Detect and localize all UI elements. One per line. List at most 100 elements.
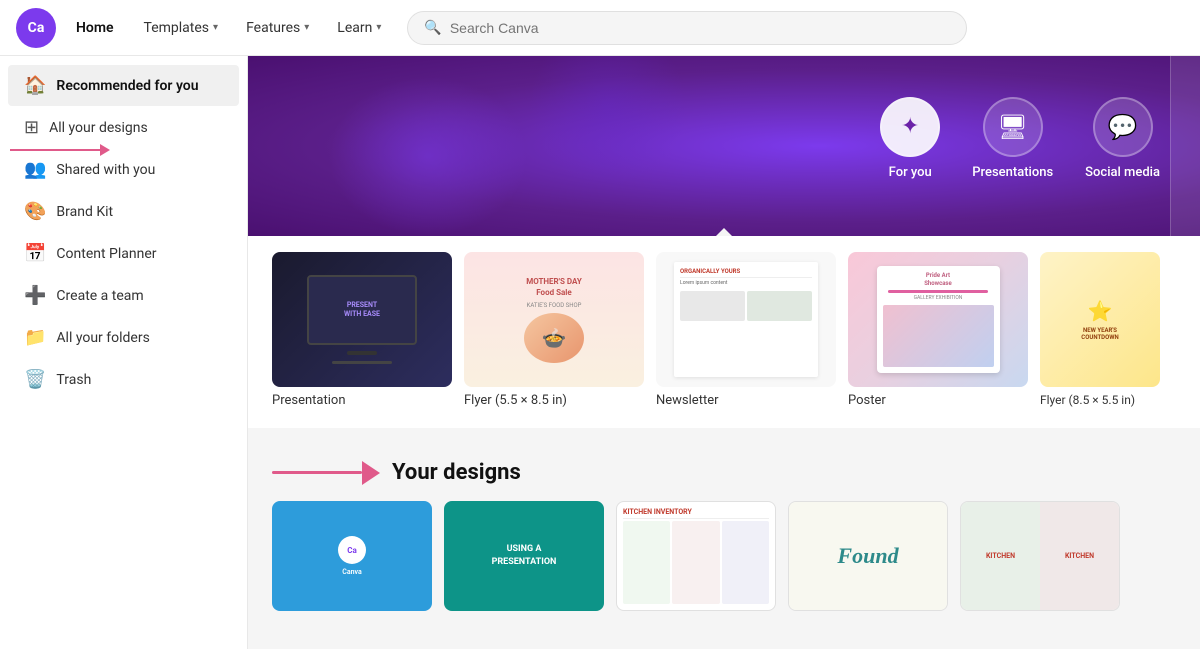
- design-text-2: USING APRESENTATION: [492, 543, 557, 568]
- nav-features[interactable]: Features ▾: [236, 14, 319, 42]
- banner-icon-for-you[interactable]: ✦ For you: [880, 97, 940, 180]
- banner-icon-presentations[interactable]: 🖥 Presentations: [972, 97, 1053, 180]
- presentations-label: Presentations: [972, 165, 1053, 180]
- trash-icon: 🗑️: [24, 369, 46, 390]
- newsletter-col: [680, 291, 745, 321]
- design-card[interactable]: USING APRESENTATION: [444, 501, 604, 611]
- canva-logo[interactable]: Ca: [16, 8, 56, 48]
- template-card-presentation[interactable]: PRESENTWITH EASE Presentation: [272, 252, 452, 408]
- nav-home[interactable]: Home: [64, 14, 126, 42]
- chevron-down-icon: ▾: [213, 22, 218, 33]
- poster-thumb-content: Pride ArtShowcase GALLERY EXHIBITION: [848, 252, 1028, 387]
- sidebar-item-label: Create a team: [56, 288, 143, 304]
- designs-section: Your designs Ca Canva USING APRESENTATI: [248, 444, 1200, 627]
- banner-edge-card: [1170, 56, 1200, 236]
- sidebar-item-label: All your designs: [49, 120, 148, 136]
- designs-grid: Ca Canva USING APRESENTATION KITCHEN INV…: [272, 501, 1176, 611]
- search-input[interactable]: [450, 20, 951, 36]
- arrow-head-icon: [362, 461, 380, 485]
- template-grid: PRESENTWITH EASE Presentation MOTH: [272, 252, 1176, 408]
- for-you-label: For you: [889, 165, 932, 180]
- template-label: Poster: [848, 393, 1028, 408]
- search-icon: 🔍: [424, 20, 441, 36]
- flyer2-thumb-content: ⭐ NEW YEAR'SCOUNTDOWN: [1040, 252, 1160, 387]
- design-card[interactable]: Ca Canva: [272, 501, 432, 611]
- presentations-icon-circle: 🖥: [983, 97, 1043, 157]
- nav-features-label: Features: [246, 20, 300, 36]
- template-thumb: PRESENTWITH EASE: [272, 252, 452, 387]
- inv-col: [623, 521, 670, 604]
- inv-col-3: [722, 521, 769, 604]
- food-icon: 🍲: [542, 326, 567, 350]
- sidebar-item-brand-kit[interactable]: 🎨 Brand Kit: [8, 191, 239, 232]
- calendar-icon: 📅: [24, 243, 46, 264]
- newsletter-col-2: [747, 291, 812, 321]
- app-header: Ca Home Templates ▾ Features ▾ Learn ▾ 🔍: [0, 0, 1200, 56]
- design-thumb-3: KITCHEN INVENTORY: [617, 502, 775, 610]
- design-card[interactable]: KITCHEN KITCHEN: [960, 501, 1120, 611]
- design-thumb-5: KITCHEN KITCHEN: [961, 502, 1119, 610]
- template-thumb: ORGANICALLY YOURS Lorem ipsum content: [656, 252, 836, 387]
- laptop-screen: PRESENTWITH EASE: [307, 275, 417, 345]
- nav-learn[interactable]: Learn ▾: [327, 14, 391, 42]
- template-label: Presentation: [272, 393, 452, 408]
- template-thumb: ⭐ NEW YEAR'SCOUNTDOWN: [1040, 252, 1160, 387]
- banner: ✦ For you 🖥 Presentations 💬 Social media: [248, 56, 1200, 236]
- newsletter-paper: ORGANICALLY YOURS Lorem ipsum content: [674, 262, 818, 377]
- sidebar-item-all-folders[interactable]: 📁 All your folders: [8, 317, 239, 358]
- presentation-icon: 🖥: [997, 113, 1027, 141]
- section-arrow-container: [272, 461, 380, 485]
- template-card-poster[interactable]: Pride ArtShowcase GALLERY EXHIBITION Pos…: [848, 252, 1028, 408]
- sidebar: 🏠 Recommended for you ⊞ All your designs…: [0, 56, 248, 649]
- template-card-newsletter[interactable]: ORGANICALLY YOURS Lorem ipsum content Ne…: [656, 252, 836, 408]
- banner-indicator: [716, 228, 732, 236]
- banner-icon-social[interactable]: 💬 Social media: [1085, 97, 1160, 180]
- sidebar-item-shared[interactable]: 👥 Shared with you: [8, 149, 239, 190]
- flyer-image: 🍲: [524, 313, 584, 363]
- design-thumb-1: Ca Canva: [272, 501, 432, 611]
- sidebar-item-recommended[interactable]: 🏠 Recommended for you: [8, 65, 239, 106]
- chevron-down-icon: ▾: [304, 22, 309, 33]
- sidebar-item-create-team[interactable]: ➕ Create a team: [8, 275, 239, 316]
- template-label: Flyer (5.5 × 8.5 in): [464, 393, 644, 408]
- chevron-down-icon: ▾: [376, 22, 381, 33]
- search-bar[interactable]: 🔍: [407, 11, 967, 45]
- logo-text: Ca: [28, 20, 45, 36]
- flyer-subtitle: KATIE'S FOOD SHOP: [527, 302, 582, 309]
- add-team-icon: ➕: [24, 285, 46, 306]
- poster-paper: Pride ArtShowcase GALLERY EXHIBITION: [877, 266, 1000, 373]
- nav-templates[interactable]: Templates ▾: [134, 14, 229, 42]
- inv-col-2: [672, 521, 719, 604]
- template-card-flyer2[interactable]: ⭐ NEW YEAR'SCOUNTDOWN Flyer (8.5 × 5.5 i…: [1040, 252, 1160, 408]
- presentation-thumb-content: PRESENTWITH EASE: [272, 252, 452, 387]
- sidebar-item-all-designs[interactable]: ⊞ All your designs: [8, 107, 239, 148]
- newsletter-lines: [680, 291, 812, 321]
- design-card[interactable]: Found: [788, 501, 948, 611]
- spacer: [248, 428, 1200, 444]
- home-icon: 🏠: [24, 75, 46, 96]
- sidebar-item-content-planner[interactable]: 📅 Content Planner: [8, 233, 239, 274]
- newsletter-heading: ORGANICALLY YOURS: [680, 268, 812, 278]
- design-thumb-2: USING APRESENTATION: [444, 501, 604, 611]
- sidebar-item-label: Shared with you: [56, 162, 155, 178]
- sidebar-item-label: Recommended for you: [56, 78, 198, 94]
- grid-icon: ⊞: [24, 117, 39, 138]
- template-thumb: MOTHER'S DAYFood Sale KATIE'S FOOD SHOP …: [464, 252, 644, 387]
- brand-icon: 🎨: [24, 201, 46, 222]
- template-card-flyer[interactable]: MOTHER'S DAYFood Sale KATIE'S FOOD SHOP …: [464, 252, 644, 408]
- social-label: Social media: [1085, 165, 1160, 180]
- main-content: ✦ For you 🖥 Presentations 💬 Social media: [248, 56, 1200, 649]
- sidebar-item-label: Trash: [56, 372, 91, 388]
- sidebar-item-trash[interactable]: 🗑️ Trash: [8, 359, 239, 400]
- kitchen-right: KITCHEN: [1040, 502, 1119, 610]
- design-card[interactable]: KITCHEN INVENTORY: [616, 501, 776, 611]
- banner-icons: ✦ For you 🖥 Presentations 💬 Social media: [880, 97, 1160, 196]
- canva-brand: Ca Canva: [338, 536, 366, 576]
- sparkle-icon: ✦: [901, 114, 919, 139]
- flyer2-text: NEW YEAR'SCOUNTDOWN: [1081, 327, 1118, 341]
- design-text-3: KITCHEN INVENTORY: [623, 508, 769, 519]
- canva-label: Canva: [342, 568, 361, 576]
- laptop-base: [347, 351, 377, 355]
- newsletter-thumb-content: ORGANICALLY YOURS Lorem ipsum content: [656, 252, 836, 387]
- for-you-icon-circle: ✦: [880, 97, 940, 157]
